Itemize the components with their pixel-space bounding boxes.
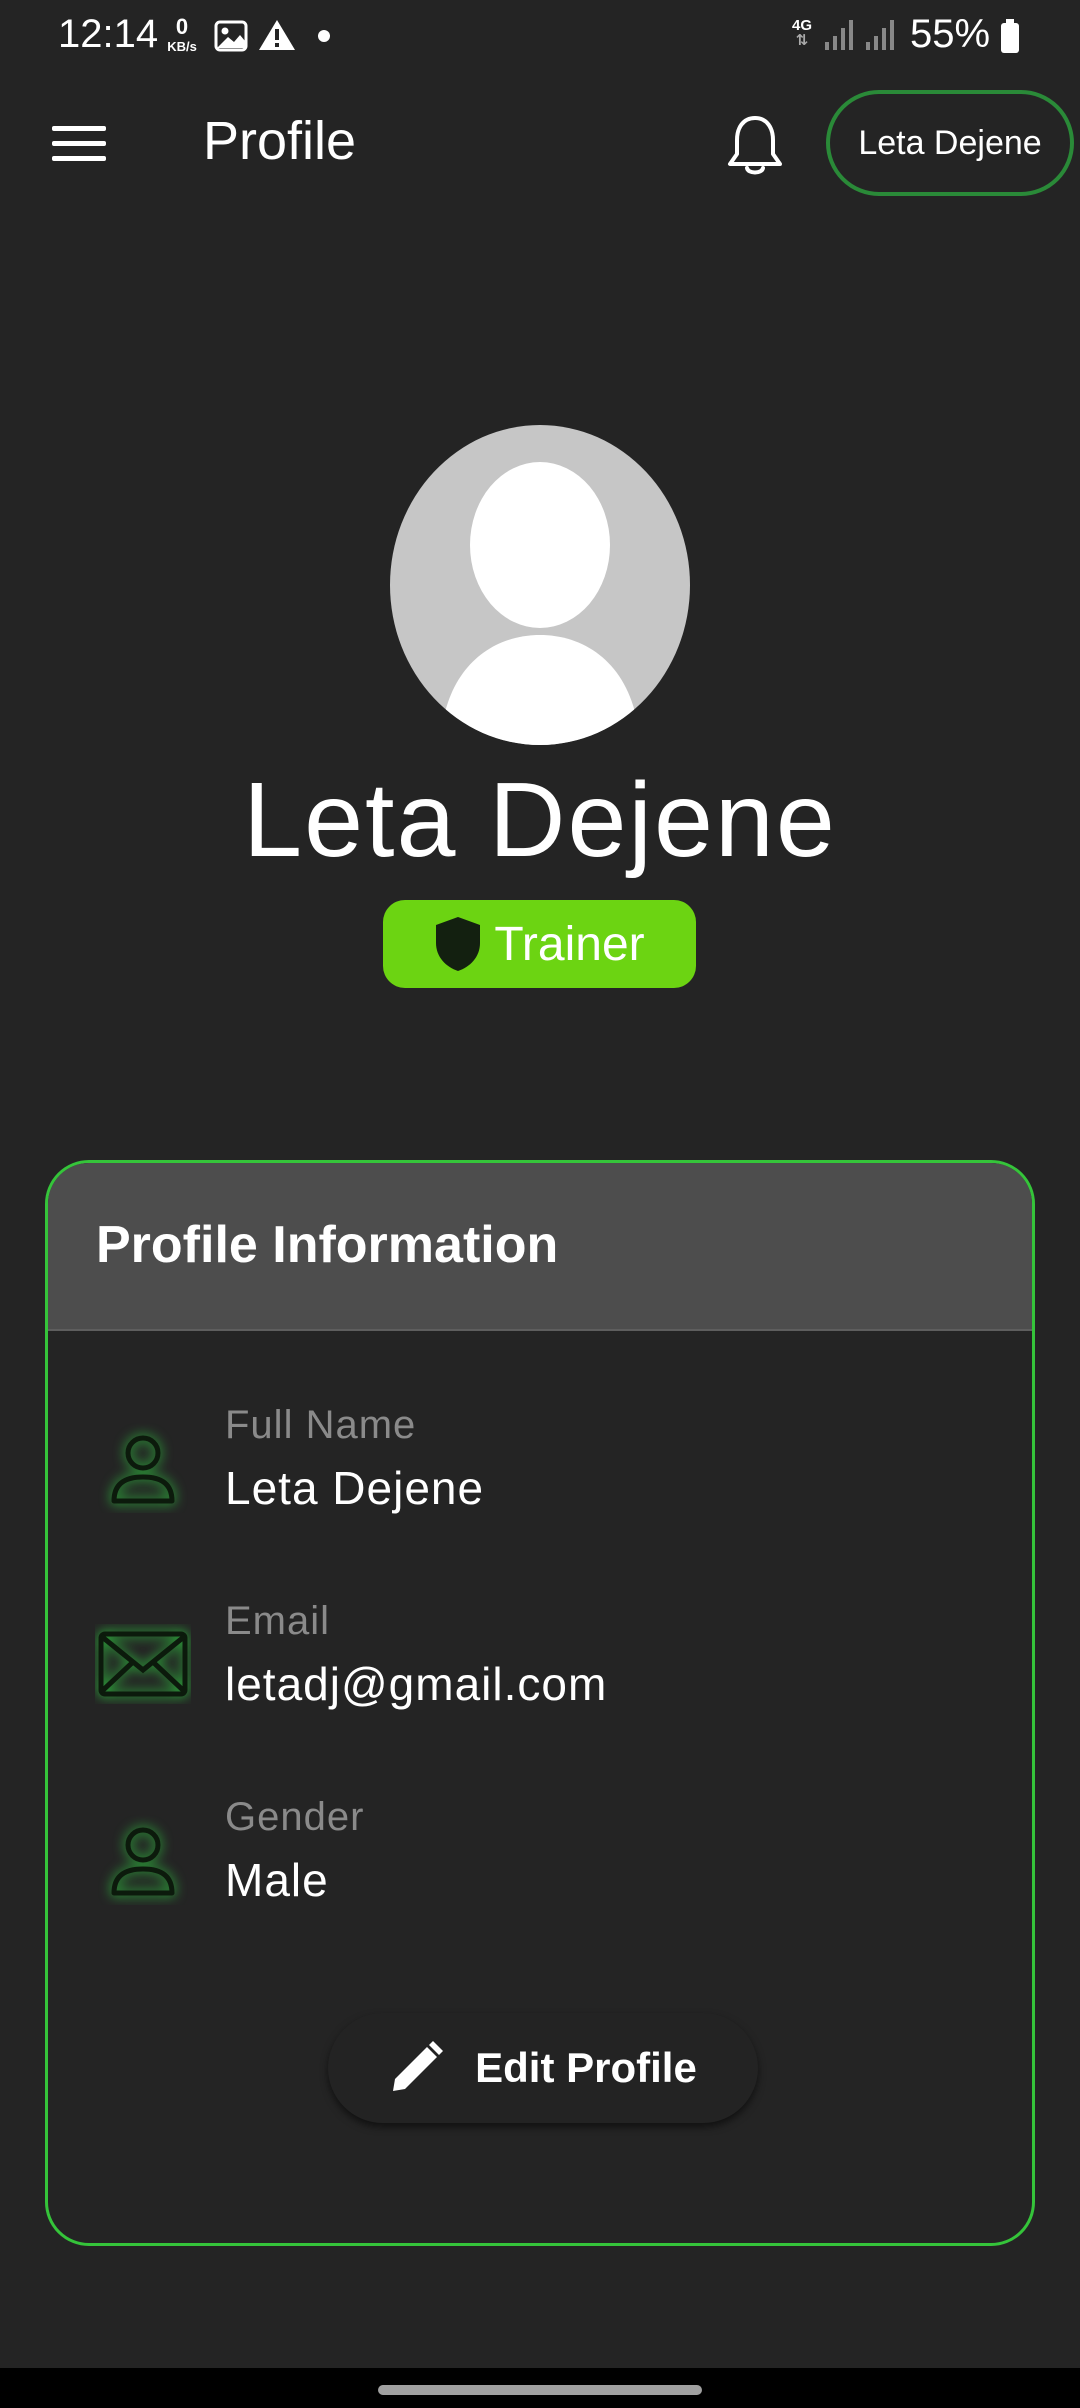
gender-label: Gender (225, 1795, 365, 1839)
email-label: Email (225, 1599, 331, 1643)
person-icon (88, 1805, 198, 1915)
notification-dot-icon (318, 30, 330, 42)
full-name-row: Full Name Leta Dejene (48, 1403, 1032, 1553)
email-row: Email letadj@gmail.com (48, 1599, 1032, 1749)
home-gesture-handle[interactable] (378, 2385, 702, 2395)
network-type: 4G ⇅ (791, 17, 812, 49)
warning-icon (259, 20, 295, 50)
full-name-label: Full Name (225, 1403, 417, 1447)
signal-icon-2 (866, 20, 894, 50)
hamburger-menu-icon[interactable] (52, 124, 106, 164)
role-label: Trainer (494, 917, 645, 971)
gallery-notification-icon (214, 20, 248, 52)
edit-profile-button[interactable]: Edit Profile (328, 2013, 758, 2123)
page-title: Profile (203, 111, 357, 171)
mail-icon (88, 1609, 198, 1719)
avatar[interactable] (390, 425, 690, 745)
battery-percentage: 55% (910, 12, 991, 56)
person-icon (88, 1413, 198, 1523)
pencil-icon (393, 2041, 444, 2091)
gender-row: Gender Male (48, 1795, 1032, 1945)
card-title: Profile Information (96, 1216, 559, 1274)
network-speed: 0 KB/s (167, 14, 197, 54)
profile-information-card: Profile Information Full Name Leta Dejen… (45, 1160, 1035, 2246)
edit-profile-label: Edit Profile (475, 2044, 697, 2091)
status-bar: 12:14 0 KB/s 4G ⇅ 55% (0, 0, 1080, 72)
email-value: letadj@gmail.com (225, 1658, 608, 1710)
role-badge: Trainer (383, 900, 696, 988)
default-avatar-icon (440, 462, 640, 745)
battery-icon (1001, 19, 1019, 53)
status-time: 12:14 (58, 12, 159, 56)
signal-icon (825, 20, 853, 50)
bell-icon[interactable] (725, 112, 785, 178)
shield-icon (436, 917, 481, 971)
user-name: Leta Dejene (243, 761, 837, 879)
gender-value: Male (225, 1854, 329, 1906)
user-profile-button[interactable]: Leta Dejene (826, 90, 1074, 196)
full-name-value: Leta Dejene (225, 1462, 485, 1514)
card-header: Profile Information (48, 1163, 1032, 1331)
